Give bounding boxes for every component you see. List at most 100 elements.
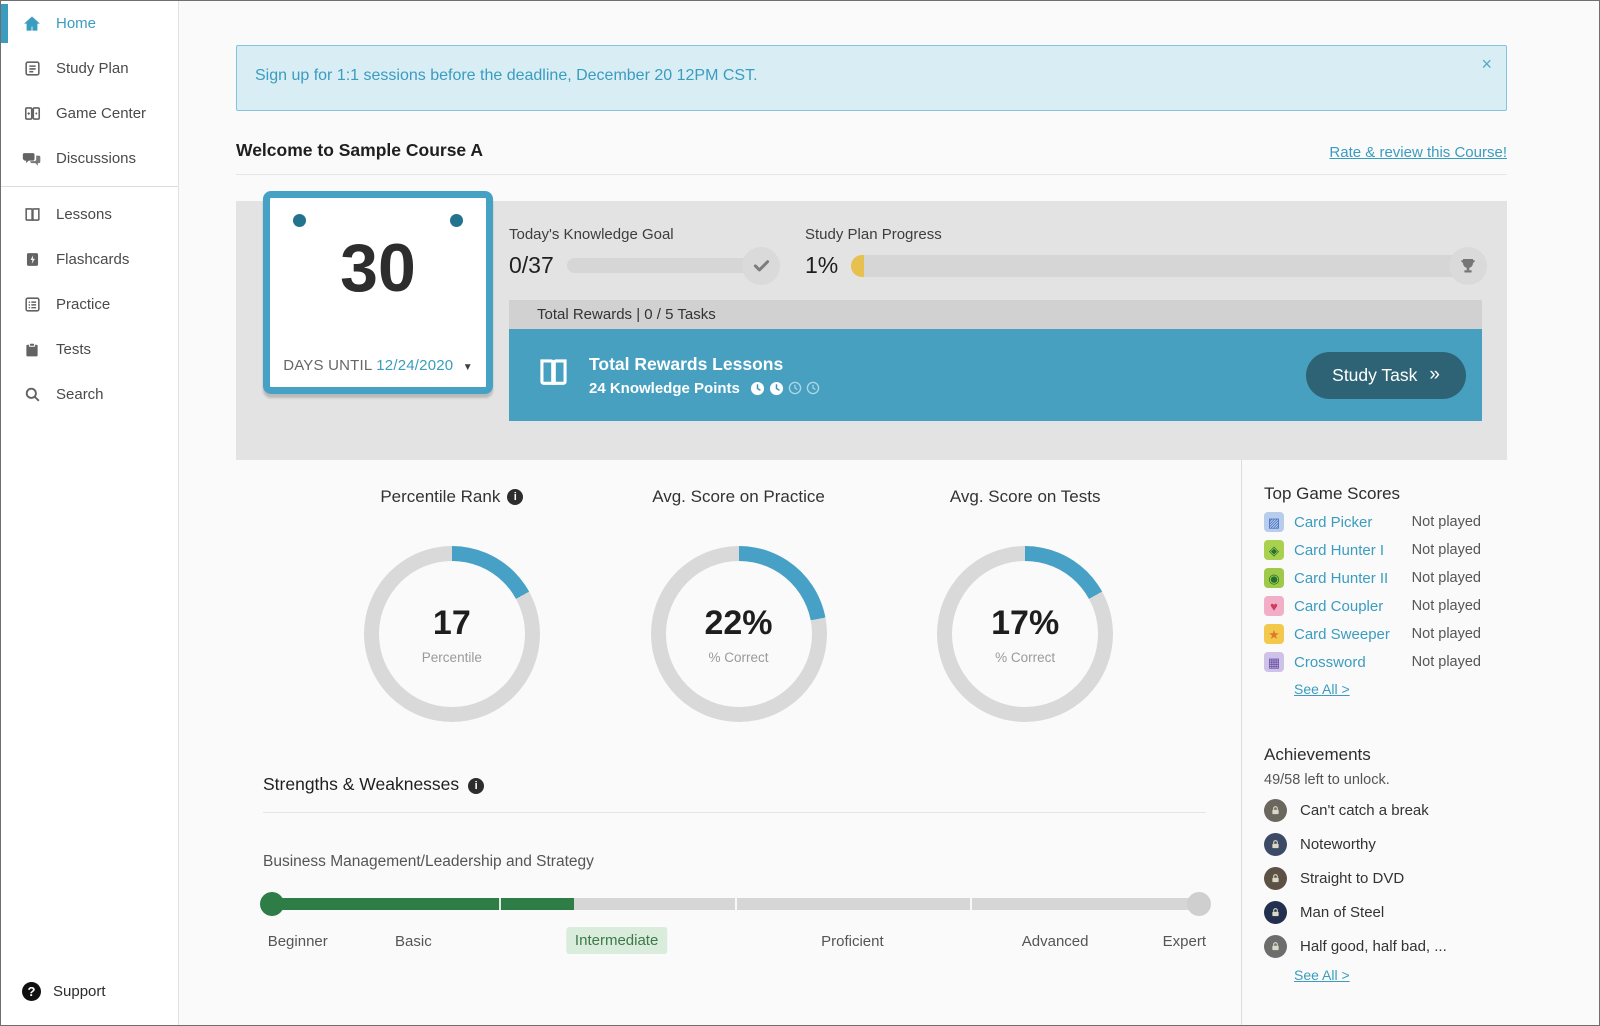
game-status: Not played [1411,570,1481,586]
lock-icon [1264,799,1287,822]
task-card: Total Rewards Lessons 24 Knowledge Point… [509,329,1482,421]
gauge-title: Percentile Rank i [344,486,559,546]
info-icon[interactable]: i [468,778,485,794]
achievements-see-all-link[interactable]: See All > [1294,967,1350,983]
skill-level-labels: Beginner Basic Intermediate Proficient A… [263,925,1206,961]
game-link[interactable]: Card Sweeper [1294,626,1390,643]
announcement-banner: Sign up for 1:1 sessions before the dead… [236,45,1507,111]
card-coupler-icon: ♥ [1264,596,1284,616]
achievements-list: Can't catch a break Noteworthy Straight … [1264,799,1481,958]
study-plan-progressbar [851,246,1487,285]
help-icon: ? [22,982,41,1001]
skill-tick [970,898,973,910]
hero-right: Today's Knowledge Goal 0/37 Study Plan P… [509,201,1487,460]
skill-start-knob [260,892,284,916]
lock-icon [1264,833,1287,856]
strengths-title: Strengths & Weaknesses [263,774,460,794]
game-link[interactable]: Crossword [1294,654,1366,671]
sidebar-item-home[interactable]: Home [1,1,178,46]
gauge-value: 17% [991,603,1060,642]
page-title: Welcome to Sample Course A [236,140,484,160]
game-status: Not played [1411,514,1481,530]
search-icon [22,385,42,405]
skill-tick [734,898,737,910]
sidebar-item-label: Tests [56,341,92,358]
app-window: Home Study Plan Game Center Discussions [0,0,1600,1026]
donut-ring: 17 Percentile [363,546,540,722]
donut-gauges: Percentile Rank i 17 Percentile Avg. Sco… [309,486,1169,722]
sidebar-item-label: Discussions [56,150,137,167]
chevron-right-icon: » [1429,364,1440,385]
stats-left: Percentile Rank i 17 Percentile Avg. Sco… [236,460,1241,1025]
sidebar-item-study-plan[interactable]: Study Plan [1,46,178,91]
game-link[interactable]: Card Hunter II [1294,570,1388,587]
study-task-label: Study Task [1332,364,1418,385]
practice-score-gauge: Avg. Score on Practice 22% % Correct [595,486,882,722]
sidebar-item-label: Home [56,15,97,32]
subject-name: Business Management/Leadership and Strat… [263,853,594,870]
donut-ring: 17% % Correct [937,546,1114,722]
main-content: Sign up for 1:1 sessions before the dead… [179,1,1599,1025]
banner-message: Sign up for 1:1 sessions before the dead… [255,67,758,84]
close-icon[interactable]: × [1481,55,1492,73]
game-link[interactable]: Card Coupler [1294,598,1383,615]
calendar-footer: DAYS UNTIL 12/24/2020 ▼ [270,357,486,374]
gauge-title: Avg. Score on Practice [631,486,846,546]
book-icon [535,354,572,396]
game-row: ◈ Card Hunter I Not played [1264,540,1481,560]
countdown-calendar[interactable]: 30 DAYS UNTIL 12/24/2020 ▼ [263,191,493,394]
knowledge-goal-block: Today's Knowledge Goal 0/37 [509,226,780,285]
knowledge-goal-value: 0/37 [509,252,554,278]
clock-icon [750,381,765,396]
game-row: ▦ Crossword Not played [1264,652,1481,672]
sidebar-divider [1,186,178,187]
lock-icon [1264,901,1287,924]
sidebar-item-game-center[interactable]: Game Center [1,91,178,136]
study-plan-progress-value: 1% [805,252,839,278]
rate-review-link[interactable]: Rate & review this Course! [1329,144,1507,161]
sidebar-item-practice[interactable]: Practice [1,282,178,327]
skill-progress-fill [263,898,575,910]
card-picker-icon: ▨ [1264,512,1284,532]
game-status: Not played [1411,626,1481,642]
sidebar-item-tests[interactable]: Tests [1,327,178,372]
achievement-row: Noteworthy [1264,833,1481,856]
sidebar-item-label: Game Center [56,105,147,122]
card-hunter-2-icon: ◉ [1264,568,1284,588]
trophy-icon [1449,246,1487,285]
game-link[interactable]: Card Hunter I [1294,542,1384,559]
sidebar-item-label: Practice [56,296,111,313]
donut-center: 17 Percentile [378,561,525,707]
crossword-icon: ▦ [1264,652,1284,672]
donut-center: 17% % Correct [952,561,1099,707]
skill-level-label: Basic [395,933,432,950]
gauge-caption: % Correct [708,649,769,665]
game-row: ★ Card Sweeper Not played [1264,624,1481,644]
gauge-title: Avg. Score on Tests [918,486,1133,546]
game-row: ♥ Card Coupler Not played [1264,596,1481,616]
achievements-title: Achievements [1264,745,1371,764]
target-date[interactable]: 12/24/2020 [376,357,453,374]
info-icon[interactable]: i [507,489,524,505]
games-see-all-link[interactable]: See All > [1294,681,1350,697]
sidebar-item-discussions[interactable]: Discussions [1,136,178,181]
sidebar-item-label: Search [56,386,104,403]
home-icon [22,14,42,34]
sidebar-item-lessons[interactable]: Lessons [1,192,178,237]
rewards-summary-bar: Total Rewards | 0 / 5 Tasks [509,300,1482,329]
study-task-button[interactable]: Study Task » [1306,351,1466,399]
achievements-subtitle: 49/58 left to unlock. [1264,772,1390,788]
achievement-row: Half good, half bad, ... [1264,935,1481,958]
support-button[interactable]: ? Support [22,982,106,1001]
sidebar-item-search[interactable]: Search [1,372,178,417]
skill-level-label: Beginner [267,933,328,950]
days-remaining: 30 [340,230,416,306]
skill-level-label: Advanced [1021,933,1089,950]
sidebar: Home Study Plan Game Center Discussions [1,1,179,1025]
chevron-down-icon[interactable]: ▼ [463,362,473,373]
task-title: Total Rewards Lessons [589,353,784,374]
gauge-value: 22% [704,603,773,642]
sidebar-item-flashcards[interactable]: Flashcards [1,237,178,282]
gauge-title-text: Percentile Rank [380,487,501,506]
game-link[interactable]: Card Picker [1294,514,1372,531]
